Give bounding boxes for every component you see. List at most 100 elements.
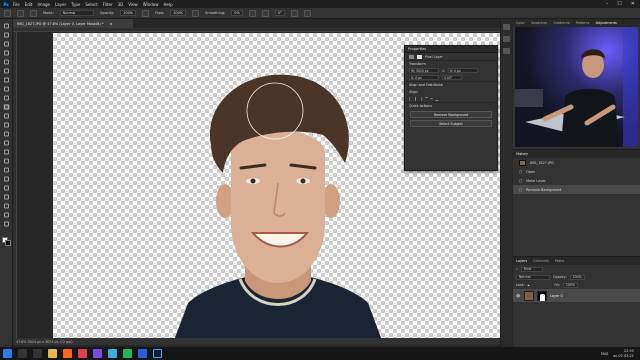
move-tool-icon[interactable]	[3, 23, 10, 29]
visual-studio-icon[interactable]	[93, 349, 102, 358]
tab-adjustments[interactable]: Adjustments	[593, 21, 620, 25]
x-field[interactable]: X: 0 px	[409, 75, 439, 80]
menu-select[interactable]: Select	[85, 2, 97, 7]
visibility-eye-icon[interactable]: 👁︎	[516, 294, 521, 298]
crop-tool-icon[interactable]	[3, 68, 10, 74]
path-select-tool-icon[interactable]	[3, 185, 10, 191]
frame-tool-icon[interactable]	[3, 77, 10, 83]
layer-row-layer-0[interactable]: 👁︎ Layer 0	[513, 289, 640, 302]
type-tool-icon[interactable]	[3, 176, 10, 182]
tab-channels[interactable]: Channels	[530, 259, 552, 263]
telegram-icon[interactable]	[108, 349, 117, 358]
menu-view[interactable]: View	[128, 2, 138, 7]
libraries-icon[interactable]	[503, 36, 510, 42]
layer-mask-icon[interactable]	[417, 54, 422, 59]
background-color-swatch[interactable]	[5, 240, 11, 246]
align-bottom-icon[interactable]: ▁	[436, 97, 439, 101]
clock[interactable]: 23:55 вс 07.03.21	[613, 349, 634, 357]
tab-gradients[interactable]: Gradients	[550, 21, 573, 25]
photoshop-taskbar-icon[interactable]	[153, 349, 162, 358]
close-tab-icon[interactable]: ×	[110, 22, 113, 26]
smoothing-field[interactable]: 0%	[231, 10, 243, 16]
tab-color[interactable]: Color	[513, 21, 528, 25]
zoom-tool-icon[interactable]	[3, 212, 10, 218]
history-item-remove-background[interactable]: ▢ Remove Background	[513, 185, 640, 194]
smoothing-options-icon[interactable]	[248, 9, 256, 17]
menu-help[interactable]: Help	[163, 2, 172, 7]
learn-icon[interactable]	[503, 24, 510, 30]
tab-swatches[interactable]: Swatches	[528, 21, 550, 25]
menu-filter[interactable]: Filter	[103, 2, 113, 7]
more-tools-icon[interactable]	[3, 221, 10, 227]
eyedropper-tool-icon[interactable]	[3, 86, 10, 92]
angle-field[interactable]: 0.00°	[442, 75, 462, 80]
select-subject-button[interactable]: Select Subject	[410, 120, 492, 127]
home-icon[interactable]	[4, 9, 11, 17]
file-explorer-icon[interactable]	[48, 349, 57, 358]
menu-type[interactable]: Type	[71, 2, 80, 7]
menu-3d[interactable]: 3D	[118, 2, 124, 7]
hand-tool-icon[interactable]	[3, 203, 10, 209]
pressure-size-icon[interactable]	[290, 9, 298, 17]
height-field[interactable]: H: 0 px	[447, 68, 478, 73]
quick-select-tool-icon[interactable]	[3, 59, 10, 65]
opacity-field[interactable]: 100%	[120, 10, 137, 16]
marquee-tool-icon[interactable]	[3, 41, 10, 47]
transform-section-title[interactable]: Transform	[405, 60, 497, 67]
tab-paths[interactable]: Paths	[552, 259, 567, 263]
align-top-icon[interactable]: ▔	[425, 97, 428, 101]
menu-image[interactable]: Image	[37, 2, 50, 7]
eraser-tool-icon[interactable]	[3, 131, 10, 137]
brush-tool-icon[interactable]	[3, 104, 10, 110]
brush-settings-icon[interactable]	[30, 9, 37, 17]
language-indicator[interactable]: ENG	[601, 352, 609, 356]
tab-history[interactable]: History	[513, 152, 531, 156]
tab-layers[interactable]: Layers	[513, 259, 530, 263]
brush-preset-icon[interactable]	[17, 9, 24, 17]
maximize-icon[interactable]: ☐	[617, 1, 621, 7]
lock-icon[interactable]: 🔒︎	[528, 283, 530, 287]
layer-filter-select[interactable]: Kind	[520, 266, 543, 272]
navigator-icon[interactable]	[503, 48, 510, 54]
menu-window[interactable]: Window	[143, 2, 159, 7]
quick-actions-title[interactable]: Quick Actions	[405, 102, 497, 109]
menu-edit[interactable]: Edit	[25, 2, 33, 7]
lasso-tool-icon[interactable]	[3, 50, 10, 56]
align-left-icon[interactable]: ▏	[409, 97, 412, 101]
fill-field[interactable]: 100%	[562, 282, 579, 288]
dodge-tool-icon[interactable]	[3, 158, 10, 164]
flow-field[interactable]: 100%	[170, 10, 187, 16]
layer-mask-thumbnail[interactable]	[537, 290, 547, 301]
width-field[interactable]: W: 3024 px	[409, 68, 439, 73]
symmetry-icon[interactable]	[303, 9, 311, 17]
history-item-make-layer[interactable]: ▢ Make Layer	[513, 176, 640, 185]
mode-select[interactable]: Normal	[59, 10, 94, 16]
angle-icon[interactable]	[261, 9, 269, 17]
blend-mode-select[interactable]: Normal	[516, 274, 550, 280]
clone-stamp-icon[interactable]	[3, 113, 10, 119]
angle-field[interactable]: 0°	[274, 10, 285, 16]
link-icon[interactable]: ∞	[442, 69, 445, 73]
align-section-title[interactable]: Align and Distribute	[405, 81, 497, 88]
search-taskbar-icon[interactable]	[18, 349, 27, 358]
menu-layer[interactable]: Layer	[55, 2, 66, 7]
firefox-icon[interactable]	[63, 349, 72, 358]
gradient-tool-icon[interactable]	[3, 140, 10, 146]
history-snapshot[interactable]: IMG_1627.JPG	[513, 158, 640, 167]
remove-background-button[interactable]: Remove Background	[410, 111, 492, 118]
spotify-icon[interactable]	[123, 349, 132, 358]
close-icon[interactable]: ✕	[631, 1, 635, 7]
menu-file[interactable]: File	[13, 2, 20, 7]
align-right-icon[interactable]: ▕	[420, 97, 423, 101]
chrome-icon[interactable]	[78, 349, 87, 358]
align-middle-icon[interactable]: ━	[431, 97, 433, 101]
document-tab[interactable]: IMG_1627.JPG @ 47.6% (Layer 0, Layer Mas…	[13, 19, 133, 28]
tab-patterns[interactable]: Patterns	[573, 21, 593, 25]
windows-start-icon[interactable]	[3, 349, 12, 358]
rectangle-tool-icon[interactable]	[3, 194, 10, 200]
layer-opacity-field[interactable]: 100%	[569, 274, 585, 280]
blur-tool-icon[interactable]	[3, 149, 10, 155]
airbrush-icon[interactable]	[192, 9, 200, 17]
pressure-opacity-icon[interactable]	[142, 9, 150, 17]
history-brush-icon[interactable]	[3, 122, 10, 128]
